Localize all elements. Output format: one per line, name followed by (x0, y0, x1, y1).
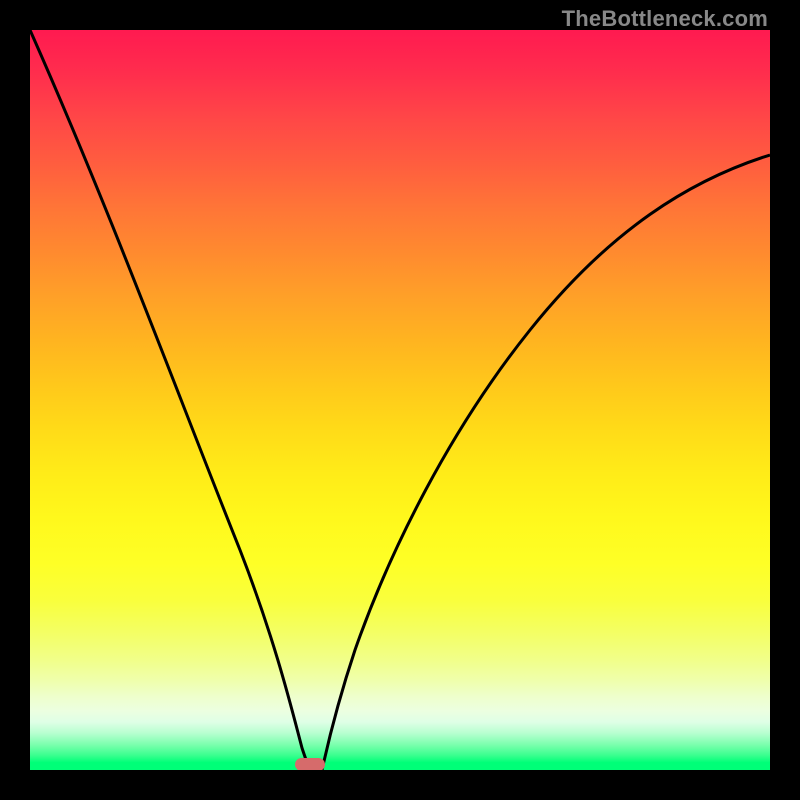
watermark-text: TheBottleneck.com (562, 6, 768, 32)
chart-frame: TheBottleneck.com (0, 0, 800, 800)
left-curve (30, 30, 310, 770)
plot-area (30, 30, 770, 770)
optimum-marker (295, 758, 325, 770)
curve-layer (30, 30, 770, 770)
right-curve (322, 155, 770, 770)
